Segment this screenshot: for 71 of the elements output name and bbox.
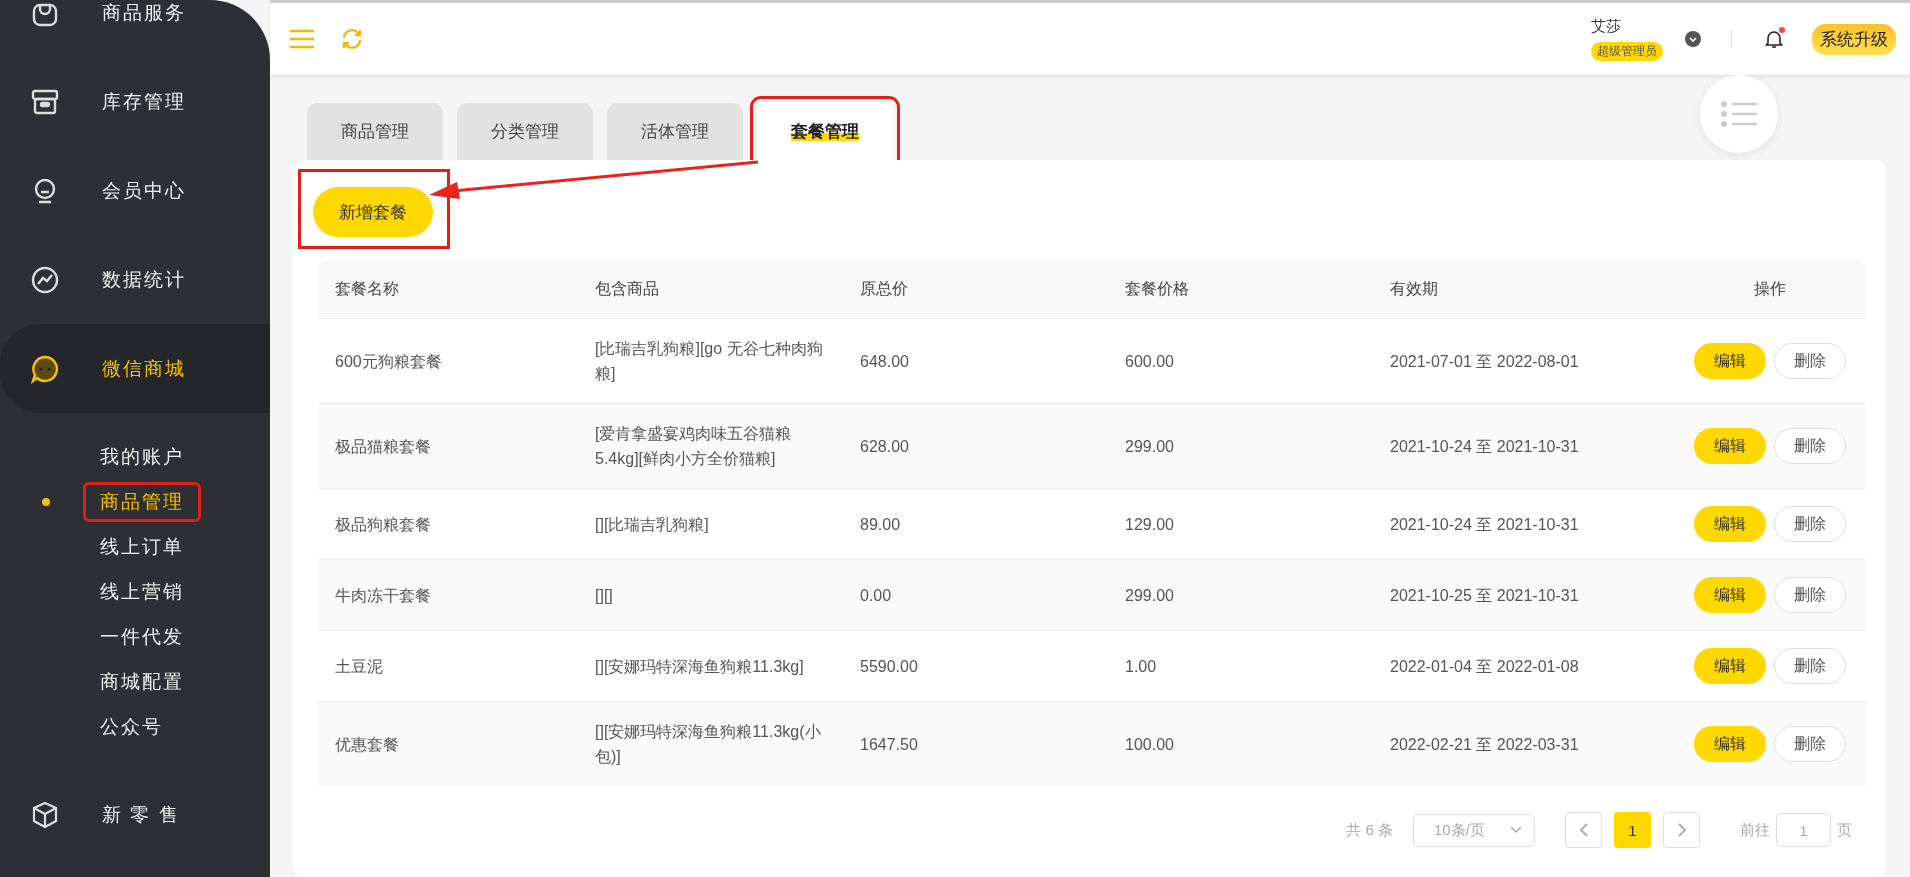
system-upgrade-button[interactable]: 系统升级 <box>1812 23 1896 55</box>
sidebar-item[interactable]: 库存管理 <box>0 57 270 146</box>
sidebar-item[interactable]: 新 零 售 <box>0 770 270 859</box>
table-cell: 299.00 <box>1108 559 1373 631</box>
tab[interactable]: 商品管理 <box>307 103 443 160</box>
edit-button[interactable]: 编辑 <box>1694 648 1766 684</box>
table-cell: 2022-02-21 至 2022-03-31 <box>1373 701 1673 786</box>
active-dot <box>42 497 50 506</box>
sidebar-item[interactable]: 数据统计 <box>0 235 270 324</box>
list-icon <box>1721 100 1757 128</box>
table-cell: 1647.50 <box>843 701 1108 786</box>
chart-icon <box>30 264 60 295</box>
sidebar-item[interactable]: 微信商城 <box>0 324 270 413</box>
chevron-right-icon <box>1676 823 1687 837</box>
sidebar-subitem[interactable]: 一件代发 <box>100 619 184 654</box>
sidebar-subitem[interactable]: 我的账户 <box>100 439 184 474</box>
chat-icon <box>30 353 60 384</box>
edit-button[interactable]: 编辑 <box>1694 506 1766 542</box>
tab[interactable]: 分类管理 <box>457 103 593 160</box>
total-count: 共 6 条 <box>1346 820 1393 840</box>
sidebar-subitem[interactable]: 线上订单 <box>100 529 184 564</box>
page-number-button[interactable]: 1 <box>1614 812 1651 848</box>
sidebar-item[interactable]: 会员中心 <box>0 146 270 235</box>
edit-button[interactable]: 编辑 <box>1694 343 1766 379</box>
bell-icon[interactable] <box>1762 27 1786 51</box>
delete-button[interactable]: 删除 <box>1774 577 1846 613</box>
chevron-left-icon <box>1578 823 1589 837</box>
add-package-button[interactable]: 新增套餐 <box>313 187 433 237</box>
sidebar-subitem[interactable]: 商品管理 <box>86 484 198 519</box>
column-header: 包含商品 <box>578 260 843 319</box>
column-header: 有效期 <box>1373 260 1673 319</box>
table-cell: 极品猫粮套餐 <box>318 403 578 489</box>
table-cell: 299.00 <box>1108 403 1373 489</box>
cube-icon <box>30 799 60 830</box>
edit-button[interactable]: 编辑 <box>1694 577 1766 613</box>
chevron-down-icon[interactable] <box>1685 31 1701 47</box>
edit-button[interactable]: 编辑 <box>1694 726 1766 762</box>
table-cell: 628.00 <box>843 403 1108 489</box>
tab[interactable]: 活体管理 <box>607 103 743 160</box>
delete-button[interactable]: 删除 <box>1774 506 1846 542</box>
table-cell: [][] <box>578 559 843 631</box>
chevron-down-icon <box>1510 826 1522 834</box>
table-cell: 2021-10-25 至 2021-10-31 <box>1373 559 1673 631</box>
sidebar-subitem[interactable]: 线上营销 <box>100 574 184 609</box>
table-cell: 牛肉冻干套餐 <box>318 559 578 631</box>
table-cell: [][安娜玛特深海鱼狗粮11.3kg(小包)] <box>578 701 843 786</box>
table-cell: 100.00 <box>1108 701 1373 786</box>
table-cell: [爱肯拿盛宴鸡肉味五谷猫粮5.4kg][鲜肉小方全价猫粮] <box>578 403 843 489</box>
sidebar-subitem[interactable]: 商城配置 <box>100 664 184 699</box>
edit-button[interactable]: 编辑 <box>1694 428 1766 464</box>
delete-button[interactable]: 删除 <box>1774 428 1846 464</box>
column-header: 操作 <box>1673 260 1866 319</box>
column-header: 原总价 <box>843 260 1108 319</box>
sidebar-item[interactable]: 商品服务 <box>0 0 270 57</box>
table-cell: 2021-10-24 至 2021-10-31 <box>1373 403 1673 489</box>
page-unit-label: 页 <box>1837 820 1852 840</box>
column-header: 套餐价格 <box>1108 260 1373 319</box>
refresh-icon[interactable] <box>340 27 364 51</box>
menu-icon[interactable] <box>290 29 314 49</box>
previous-page-button[interactable] <box>1565 812 1602 848</box>
user-name: 艾莎 <box>1591 17 1621 36</box>
sidebar-subitem[interactable]: 公众号 <box>100 709 163 744</box>
delete-button[interactable]: 删除 <box>1774 343 1846 379</box>
table-cell: 优惠套餐 <box>318 701 578 786</box>
delete-button[interactable]: 删除 <box>1774 726 1846 762</box>
next-page-button[interactable] <box>1663 812 1700 848</box>
role-badge: 超级管理员 <box>1591 42 1663 61</box>
goto-label: 前往 <box>1740 820 1770 840</box>
column-header: 套餐名称 <box>318 260 578 319</box>
table-cell: 0.00 <box>843 559 1108 631</box>
delete-button[interactable]: 删除 <box>1774 648 1846 684</box>
